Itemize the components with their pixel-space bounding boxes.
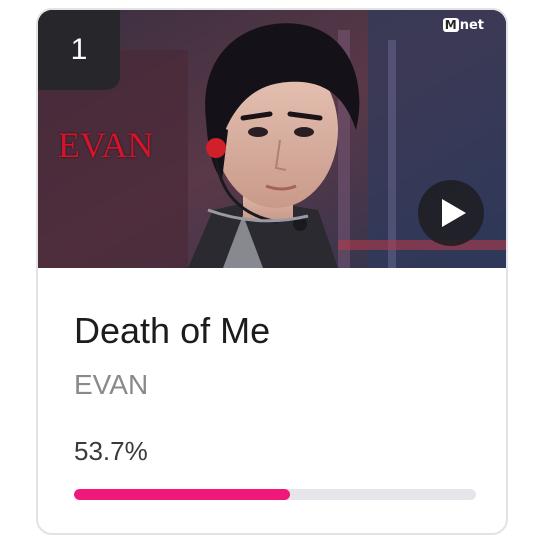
video-thumbnail[interactable]: 1 Mnet EVAN [38,10,506,268]
channel-logo: Mnet [442,18,484,33]
artist-name: EVAN [74,369,149,400]
vote-percent: 53.7% [74,436,148,466]
song-title: Death of Me [74,310,271,351]
vote-progress-fill [74,489,290,500]
channel-logo-mark: M [442,18,459,32]
play-icon [442,199,466,227]
play-button[interactable] [418,180,484,246]
channel-logo-text: net [459,18,484,33]
rank-badge: 1 [38,10,120,90]
vote-result-card[interactable]: 1 Mnet EVAN Death of Me EVAN 53.7% [36,8,508,535]
video-caption: EVAN [58,125,154,165]
vote-progress-bar [74,489,476,500]
